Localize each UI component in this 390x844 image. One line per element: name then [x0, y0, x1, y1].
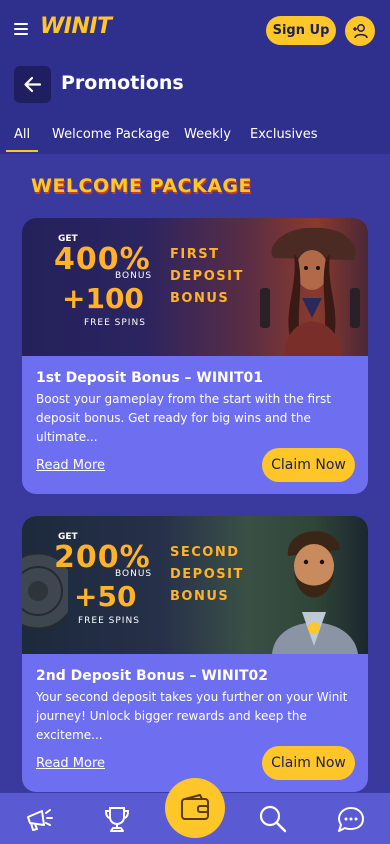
active-tab-indicator	[6, 150, 38, 152]
sign-up-button[interactable]: Sign Up	[266, 16, 336, 45]
claim-now-button[interactable]: Claim Now	[262, 746, 355, 780]
chat-icon[interactable]	[335, 803, 367, 835]
promotion-description: Your second deposit takes you further on…	[36, 690, 348, 742]
search-icon[interactable]	[257, 803, 289, 835]
tab-exclusives[interactable]: Exclusives	[250, 127, 318, 142]
add-user-icon	[353, 24, 368, 39]
banner-label: FIRST DEPOSIT BONUS	[170, 247, 244, 306]
banner-bonus: BONUS	[115, 271, 153, 281]
banner-free-spins-count: +50	[74, 580, 137, 613]
logo[interactable]: WINIT	[40, 14, 112, 44]
banner-bonus: BONUS	[115, 569, 153, 579]
read-more-link[interactable]: Read More	[36, 458, 105, 473]
wallet-button[interactable]	[165, 778, 225, 838]
read-more-link[interactable]: Read More	[36, 756, 105, 771]
section-title: WELCOME PACKAGE	[31, 175, 252, 197]
page-header: Promotions	[0, 60, 390, 112]
menu-icon[interactable]	[14, 23, 28, 35]
back-button[interactable]	[14, 66, 51, 103]
banner-free-spins: FREE SPINS	[84, 318, 146, 328]
promotion-title: 2nd Deposit Bonus – WINIT02	[36, 668, 268, 684]
megaphone-icon[interactable]	[22, 803, 54, 835]
promotion-card[interactable]: GET 400% BONUS +100 FREE SPINS FIRST DEP…	[22, 218, 368, 494]
tab-bar: All Welcome Package Weekly Exclusives	[0, 112, 390, 154]
promotion-card[interactable]: GET 200% BONUS +50 FREE SPINS SECOND DEP…	[22, 516, 368, 792]
promotion-banner: GET 200% BONUS +50 FREE SPINS SECOND DEP…	[22, 516, 368, 654]
banner-free-spins: FREE SPINS	[78, 616, 140, 626]
arrow-left-icon	[24, 76, 42, 93]
top-bar: WINIT Sign Up	[0, 0, 390, 60]
banner-free-spins-count: +100	[62, 282, 144, 315]
banner-label: SECOND DEPOSIT BONUS	[170, 545, 244, 604]
promotion-description: Boost your gameplay from the start with …	[36, 392, 331, 444]
wallet-icon	[181, 794, 209, 820]
tab-weekly[interactable]: Weekly	[184, 127, 231, 142]
claim-now-button[interactable]: Claim Now	[262, 448, 355, 482]
tab-all[interactable]: All	[14, 127, 30, 142]
trophy-icon[interactable]	[101, 803, 133, 835]
promotion-banner: GET 400% BONUS +100 FREE SPINS FIRST DEP…	[22, 218, 368, 356]
explorer-character-image	[272, 531, 358, 654]
page-title: Promotions	[61, 72, 184, 94]
cowgirl-character-image	[260, 227, 360, 356]
promotion-title: 1st Deposit Bonus – WINIT01	[36, 370, 264, 386]
profile-button[interactable]	[345, 16, 375, 46]
tab-welcome-package[interactable]: Welcome Package	[52, 127, 169, 142]
